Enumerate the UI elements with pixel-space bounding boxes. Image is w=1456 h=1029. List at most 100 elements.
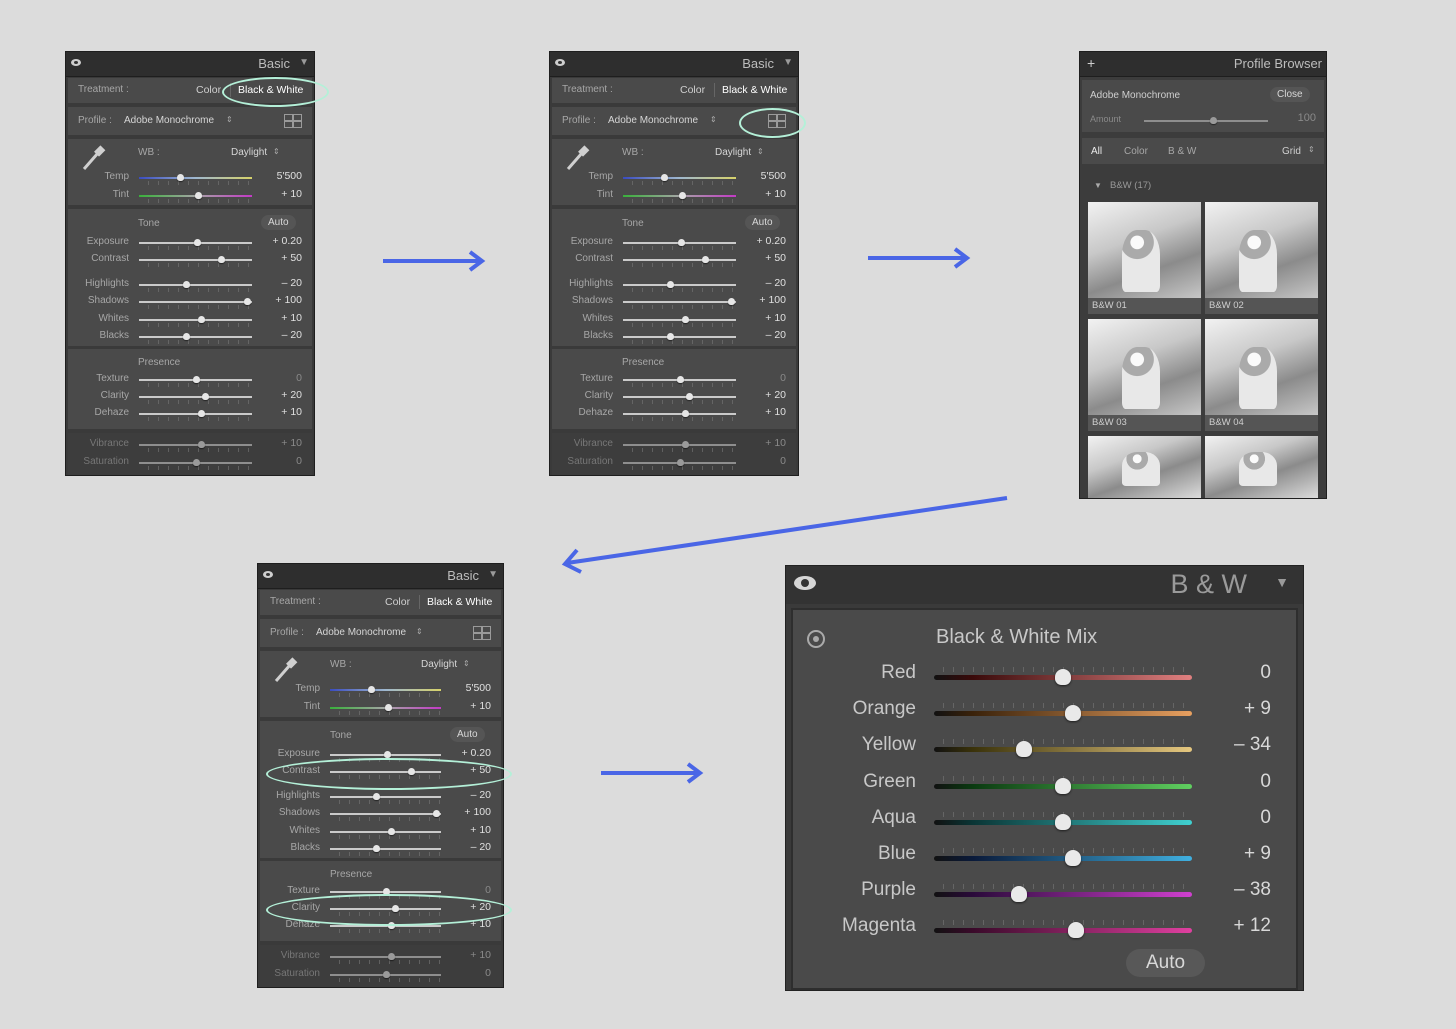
panel-collapse-icon[interactable]: ▼	[783, 57, 793, 68]
profile-browser-icon[interactable]	[284, 114, 302, 128]
wb-select[interactable]: Daylight	[715, 147, 751, 158]
tone-auto-button[interactable]: Auto	[450, 727, 485, 742]
slider-thumb[interactable]	[197, 441, 205, 448]
wb-select[interactable]: Daylight	[231, 147, 267, 158]
slider-track[interactable]	[623, 281, 736, 292]
slider-thumb[interactable]	[243, 298, 251, 305]
profile-group-label[interactable]: B&W (17)	[1110, 180, 1151, 191]
slider-track[interactable]	[330, 751, 441, 762]
slider-thumb[interactable]	[193, 459, 201, 466]
slider-thumb[interactable]	[217, 256, 225, 263]
slider-track[interactable]	[330, 953, 441, 964]
slider-thumb[interactable]	[701, 256, 709, 263]
profile-select[interactable]: Adobe Monochrome	[608, 115, 698, 126]
bw-channel-thumb[interactable]	[1011, 886, 1028, 903]
bw-channel-thumb[interactable]	[1016, 741, 1033, 758]
slider-thumb[interactable]	[681, 410, 689, 417]
slider-thumb[interactable]	[195, 192, 203, 199]
target-adjust-icon[interactable]	[807, 630, 825, 648]
slider-track[interactable]	[623, 256, 736, 267]
treatment-bw[interactable]: Black & White	[722, 84, 787, 96]
treatment-color[interactable]: Color	[680, 84, 705, 96]
profile-thumb-1[interactable]: B&W 01	[1088, 202, 1201, 314]
bw-channel-thumb[interactable]	[1055, 669, 1071, 685]
panel-collapse-icon[interactable]: ▼	[488, 569, 498, 580]
profile-select[interactable]: Adobe Monochrome	[124, 115, 214, 126]
bw-channel-slider[interactable]	[934, 667, 1192, 685]
slider-track[interactable]	[139, 376, 252, 387]
slider-thumb[interactable]	[373, 845, 381, 852]
slider-thumb[interactable]	[194, 239, 202, 246]
slider-track[interactable]	[330, 888, 441, 899]
slider-track[interactable]	[330, 686, 441, 697]
slider-thumb[interactable]	[666, 281, 674, 288]
slider-track[interactable]	[623, 298, 736, 309]
eyedropper-icon[interactable]	[562, 143, 592, 173]
bw-channel-slider[interactable]	[934, 811, 1192, 830]
bw-channel-thumb[interactable]	[1065, 850, 1082, 866]
slider-track[interactable]	[623, 441, 736, 452]
treatment-color[interactable]: Color	[196, 84, 221, 96]
slider-thumb[interactable]	[177, 174, 185, 181]
slider-thumb[interactable]	[686, 393, 694, 400]
add-profile-icon[interactable]: +	[1087, 55, 1095, 71]
slider-thumb[interactable]	[677, 376, 685, 383]
filter-all[interactable]: All	[1091, 146, 1102, 157]
panel-collapse-icon[interactable]: ▼	[299, 57, 309, 68]
slider-track[interactable]	[139, 281, 252, 292]
slider-thumb[interactable]	[197, 410, 205, 417]
tone-auto-button[interactable]: Auto	[745, 215, 780, 230]
bw-channel-slider[interactable]	[934, 920, 1192, 939]
slider-track[interactable]	[623, 393, 736, 404]
slider-track[interactable]	[139, 441, 252, 452]
slider-track[interactable]	[623, 410, 736, 421]
slider-thumb[interactable]	[384, 751, 392, 758]
slider-track[interactable]	[330, 971, 441, 982]
slider-track[interactable]	[330, 704, 441, 715]
slider-thumb[interactable]	[202, 393, 210, 400]
tone-auto-button[interactable]: Auto	[261, 215, 296, 230]
profile-thumb-3[interactable]: B&W 03	[1088, 319, 1201, 431]
slider-thumb[interactable]	[433, 810, 441, 817]
slider-track[interactable]	[139, 298, 252, 309]
slider-track[interactable]	[139, 256, 252, 267]
group-disclosure-icon[interactable]: ▼	[1094, 181, 1102, 190]
slider-thumb[interactable]	[681, 441, 689, 448]
slider-track[interactable]	[330, 845, 441, 856]
slider-track[interactable]	[330, 828, 441, 839]
wb-select[interactable]: Daylight	[421, 659, 457, 670]
slider-track[interactable]	[139, 393, 252, 404]
amount-slider[interactable]	[1144, 117, 1268, 124]
slider-thumb[interactable]	[661, 174, 669, 181]
slider-thumb[interactable]	[387, 953, 395, 960]
slider-thumb[interactable]	[727, 298, 735, 305]
treatment-bw[interactable]: Black & White	[427, 596, 492, 608]
slider-track[interactable]	[139, 410, 252, 421]
view-mode-select[interactable]: Grid	[1282, 146, 1301, 157]
bw-channel-slider[interactable]	[934, 848, 1192, 866]
close-button[interactable]: Close	[1270, 87, 1310, 102]
profile-select[interactable]: Adobe Monochrome	[316, 627, 406, 638]
bw-auto-button[interactable]: Auto	[1126, 949, 1206, 977]
profile-thumb-2[interactable]: B&W 02	[1205, 202, 1318, 314]
slider-thumb[interactable]	[193, 376, 201, 383]
eye-icon[interactable]	[794, 576, 816, 590]
slider-track[interactable]	[623, 333, 736, 344]
slider-track[interactable]	[139, 174, 252, 185]
bw-channel-slider[interactable]	[934, 884, 1192, 903]
slider-thumb[interactable]	[666, 333, 674, 340]
eye-icon[interactable]	[71, 59, 81, 66]
bw-channel-thumb[interactable]	[1067, 922, 1084, 939]
slider-track[interactable]	[623, 174, 736, 185]
eye-icon[interactable]	[555, 59, 565, 66]
eye-icon[interactable]	[263, 571, 273, 578]
filter-color[interactable]: Color	[1124, 146, 1148, 157]
slider-thumb[interactable]	[681, 316, 689, 323]
slider-thumb[interactable]	[182, 333, 190, 340]
slider-track[interactable]	[139, 333, 252, 344]
eyedropper-icon[interactable]	[270, 655, 300, 685]
bw-channel-thumb[interactable]	[1055, 777, 1071, 794]
slider-thumb[interactable]	[197, 316, 205, 323]
slider-thumb[interactable]	[387, 828, 395, 835]
bw-channel-slider[interactable]	[934, 739, 1192, 758]
